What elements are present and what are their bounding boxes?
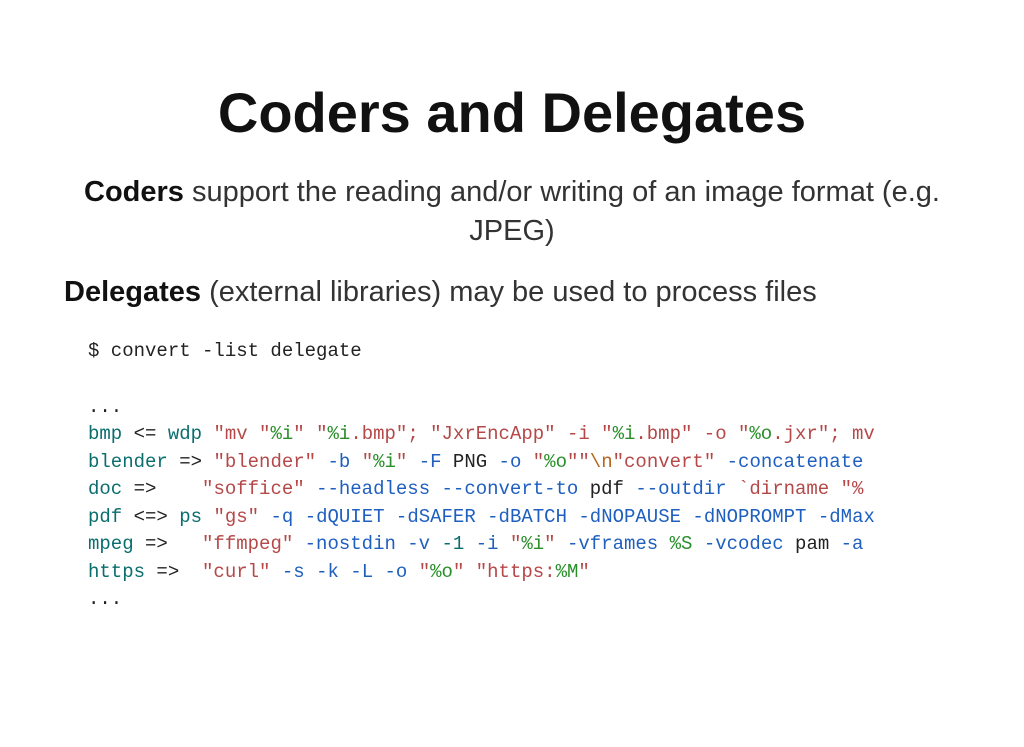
page-title: Coders and Delegates (60, 80, 964, 145)
code-block: $ convert -list delegate ... bmp <= wdp … (60, 338, 964, 613)
code-cmd: $ convert -list delegate (88, 340, 362, 362)
paragraph-coders: Coders support the reading and/or writin… (60, 173, 964, 251)
delegates-term: Delegates (64, 276, 201, 308)
code-line-blender: blender => "blender" -b "%i" -F PNG -o "… (88, 451, 863, 473)
code-line-https: https => "curl" -s -k -L -o "%o" "https:… (88, 561, 590, 583)
coders-desc: support the reading and/or writing of an… (184, 176, 940, 247)
code-ellipsis: ... (88, 396, 122, 418)
code-ellipsis-2: ... (88, 588, 122, 610)
code-line-mpeg: mpeg => "ffmpeg" -nostdin -v -1 -i "%i" … (88, 533, 863, 555)
delegates-desc: (external libraries) may be used to proc… (201, 276, 817, 308)
paragraph-delegates: Delegates (external libraries) may be us… (60, 273, 964, 312)
code-line-bmp: bmp <= wdp "mv "%i" "%i.bmp"; "JxrEncApp… (88, 423, 875, 445)
code-line-pdf: pdf <=> ps "gs" -q -dQUIET -dSAFER -dBAT… (88, 506, 875, 528)
coders-term: Coders (84, 176, 184, 208)
code-line-doc: doc => "soffice" --headless --convert-to… (88, 478, 863, 500)
